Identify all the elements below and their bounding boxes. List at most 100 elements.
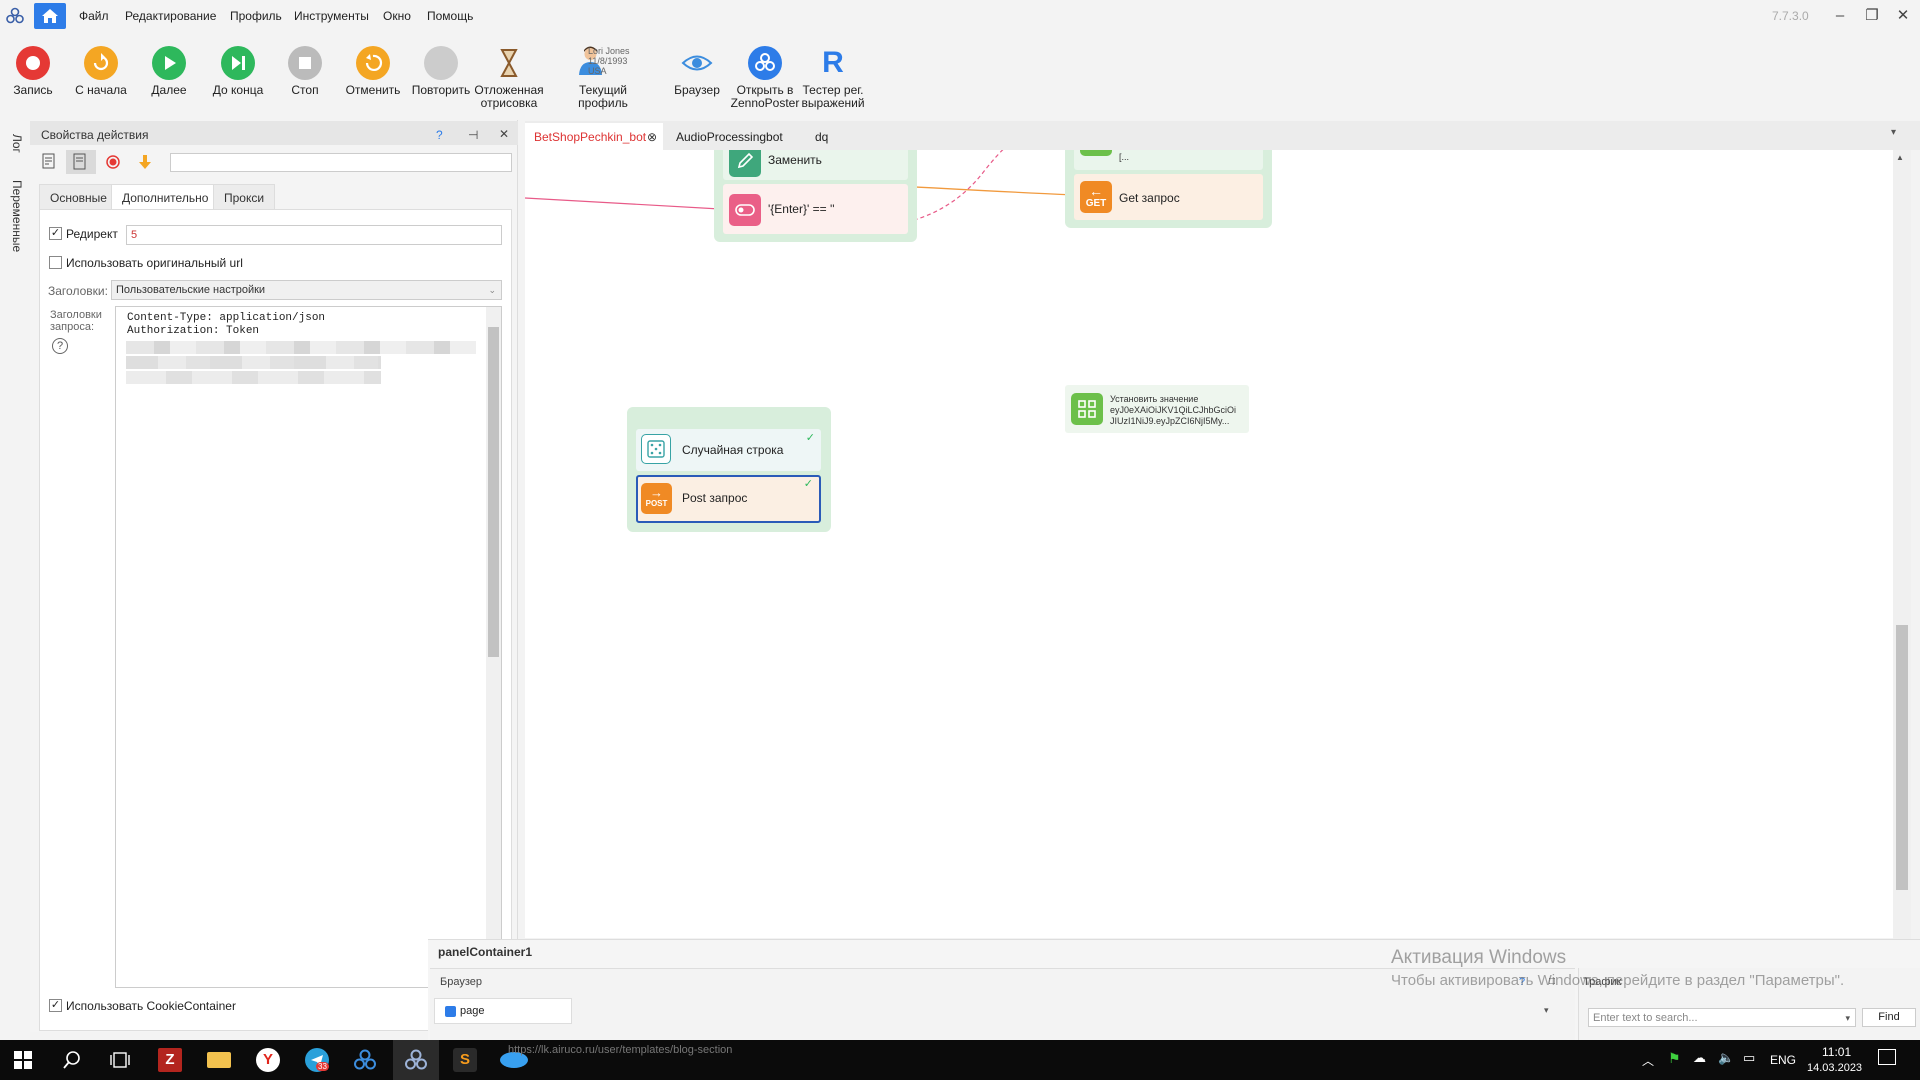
tray-volume-icon[interactable]: 🔈 bbox=[1718, 1050, 1734, 1066]
condition-node[interactable]: '{Enter}' == '' bbox=[723, 184, 908, 234]
language-indicator[interactable]: ENG bbox=[1770, 1053, 1796, 1067]
toolbar-button-10[interactable]: Открыть в ZennoPoster bbox=[730, 42, 800, 114]
toolbar-button-9[interactable]: Браузер bbox=[662, 42, 732, 114]
toolbar-button-5[interactable]: Отменить bbox=[338, 42, 408, 114]
toolbar-button-3[interactable]: До конца bbox=[203, 42, 273, 114]
home-button[interactable] bbox=[34, 3, 66, 29]
action-list-selected[interactable] bbox=[66, 150, 96, 174]
projectmaker-taskbar-active[interactable] bbox=[393, 1040, 439, 1080]
doc-tab-audio[interactable]: AudioProcessingbot bbox=[667, 123, 805, 151]
help-button[interactable]: ? bbox=[436, 128, 443, 142]
doc-tab-betshop[interactable]: BetShopPechkin_bot ⊗ bbox=[525, 123, 663, 151]
headers-select[interactable]: Пользовательские настройки ⌄ bbox=[111, 280, 502, 300]
scroll-up-icon[interactable]: ▲ bbox=[1896, 153, 1904, 162]
search-icon[interactable] bbox=[63, 1051, 81, 1069]
get-request-node[interactable]: ← GET Get запрос bbox=[1074, 174, 1263, 220]
notifications-icon[interactable] bbox=[1878, 1049, 1896, 1065]
project-canvas[interactable]: Заменить '{Enter}' == '' [... ← GET Get з… bbox=[525, 150, 1905, 938]
toolbar-button-1[interactable]: С начала bbox=[66, 42, 136, 114]
restore-button[interactable]: ❐ bbox=[1857, 4, 1887, 28]
replace-label: Заменить bbox=[768, 153, 822, 167]
orig-url-checkbox[interactable] bbox=[49, 256, 62, 269]
toolbar-button-6[interactable]: Повторить bbox=[406, 42, 476, 114]
taskbar bbox=[0, 1040, 1920, 1080]
skip-end-icon bbox=[221, 46, 255, 80]
close-window-button[interactable]: ✕ bbox=[1888, 4, 1918, 28]
get-group[interactable]: [... ← GET Get запрос bbox=[1065, 150, 1272, 228]
toolbar-button-7[interactable]: Отложенная отрисовка bbox=[474, 42, 544, 114]
redirect-count-field[interactable]: 5 bbox=[126, 225, 502, 245]
menu-item-2[interactable]: Профиль bbox=[230, 0, 282, 32]
tab-proxy[interactable]: Прокси bbox=[213, 184, 276, 210]
action-search-input[interactable] bbox=[170, 153, 512, 172]
sublime-icon[interactable]: S bbox=[453, 1048, 477, 1072]
record-small-icon[interactable] bbox=[106, 155, 120, 169]
page-tabs-dropdown-icon[interactable]: ▾ bbox=[1544, 1005, 1549, 1016]
random-string-node[interactable]: Случайная строка ✓ bbox=[636, 429, 821, 471]
redirect-checkbox[interactable]: ✓ bbox=[49, 227, 62, 240]
zennoposter-taskbar-icon[interactable] bbox=[353, 1049, 377, 1071]
windows-start-icon[interactable] bbox=[14, 1051, 32, 1069]
random-post-group[interactable]: Случайная строка ✓ → POST Post запрос ✓ bbox=[627, 407, 831, 532]
toolbar-button-0[interactable]: Запись bbox=[0, 42, 68, 114]
textarea-scrollbar[interactable] bbox=[486, 307, 501, 987]
variables-tab[interactable]: Переменные bbox=[10, 180, 24, 252]
task-view-icon[interactable] bbox=[110, 1051, 130, 1069]
arrow-down-icon[interactable] bbox=[138, 154, 152, 170]
stop-icon bbox=[288, 46, 322, 80]
browser-url-text[interactable]: https://lk.airuco.ru/user/templates/blog… bbox=[508, 1044, 732, 1056]
small-top-node[interactable]: [... bbox=[1074, 150, 1263, 170]
traffic-search-input[interactable]: Enter text to search... ▾ bbox=[1588, 1008, 1856, 1027]
canvas-scrollbar[interactable]: ▲ bbox=[1893, 150, 1911, 940]
request-headers-label: Заголовки запроса: bbox=[50, 309, 102, 333]
blurred-token-line2 bbox=[126, 356, 381, 369]
page-tab[interactable]: page bbox=[434, 998, 572, 1024]
scrollbar-thumb[interactable] bbox=[488, 327, 499, 657]
tabs-dropdown-icon[interactable]: ▾ bbox=[1891, 127, 1896, 138]
menu-item-1[interactable]: Редактирование bbox=[125, 0, 216, 32]
cookie-container-checkbox[interactable]: ✓ bbox=[49, 999, 62, 1012]
get-request-label: Get запрос bbox=[1119, 191, 1180, 205]
clock-date[interactable]: 14.03.2023 bbox=[1807, 1062, 1862, 1074]
toolbar-button-4[interactable]: Стоп bbox=[270, 42, 340, 114]
close-panel-button[interactable]: ✕ bbox=[499, 127, 509, 141]
toolbar-button-2[interactable]: Далее bbox=[134, 42, 204, 114]
log-tab[interactable]: Лог bbox=[10, 134, 24, 153]
menu-item-0[interactable]: Файл bbox=[79, 0, 109, 32]
minimize-button[interactable]: – bbox=[1825, 4, 1855, 28]
tray-network-icon[interactable]: ☁ bbox=[1693, 1050, 1706, 1066]
toolbar-label: Текущий профиль bbox=[578, 83, 628, 110]
doc-tab-dq[interactable]: dq bbox=[806, 123, 874, 151]
toolbar-label: С начала bbox=[75, 83, 127, 97]
telegram-badge: 33 bbox=[316, 1062, 329, 1071]
close-tab-icon[interactable]: ⊗ bbox=[647, 123, 657, 151]
tray-display-icon[interactable]: ▭ bbox=[1743, 1050, 1755, 1066]
app-logo-icon bbox=[6, 7, 24, 24]
toolbar-button-11[interactable]: R Тестер рег. выражений bbox=[798, 42, 868, 114]
action-list-icon[interactable] bbox=[41, 153, 57, 169]
canvas-scrollbar-thumb[interactable] bbox=[1896, 625, 1908, 890]
page-tab-label: page bbox=[460, 1005, 485, 1017]
menu-item-5[interactable]: Помощь bbox=[427, 0, 473, 32]
pin-button[interactable]: ⊣ bbox=[468, 128, 478, 142]
clock-time[interactable]: 11:01 bbox=[1822, 1045, 1851, 1059]
menu-item-3[interactable]: Инструменты bbox=[294, 0, 369, 32]
post-request-node[interactable]: → POST Post запрос ✓ bbox=[636, 475, 821, 523]
blurred-token-line3 bbox=[126, 371, 381, 384]
replace-group[interactable]: Заменить '{Enter}' == '' bbox=[714, 150, 917, 242]
filezilla-icon[interactable]: Z bbox=[158, 1048, 182, 1072]
menu-item-4[interactable]: Окно bbox=[383, 0, 411, 32]
request-headers-textarea[interactable]: Content-Type: application/json Authoriza… bbox=[115, 306, 502, 988]
yandex-browser-icon[interactable]: Y bbox=[256, 1048, 280, 1072]
find-button[interactable]: Find bbox=[1862, 1008, 1916, 1027]
tray-flag-icon[interactable]: ⚑ bbox=[1668, 1050, 1681, 1067]
tray-chevron-up-icon[interactable]: ︿ bbox=[1642, 1052, 1654, 1069]
set-value-node[interactable]: Установить значение eyJ0eXAiOiJKV1QiLCJh… bbox=[1065, 385, 1249, 433]
tab-basic[interactable]: Основные bbox=[39, 184, 118, 210]
toolbar-label: Повторить bbox=[411, 83, 471, 97]
help-circle-icon[interactable]: ? bbox=[52, 338, 68, 354]
check-icon: ✓ bbox=[803, 478, 813, 490]
tab-advanced[interactable]: Дополнительно bbox=[111, 184, 220, 210]
file-explorer-icon[interactable] bbox=[207, 1052, 231, 1068]
replace-node[interactable]: Заменить bbox=[723, 150, 908, 180]
